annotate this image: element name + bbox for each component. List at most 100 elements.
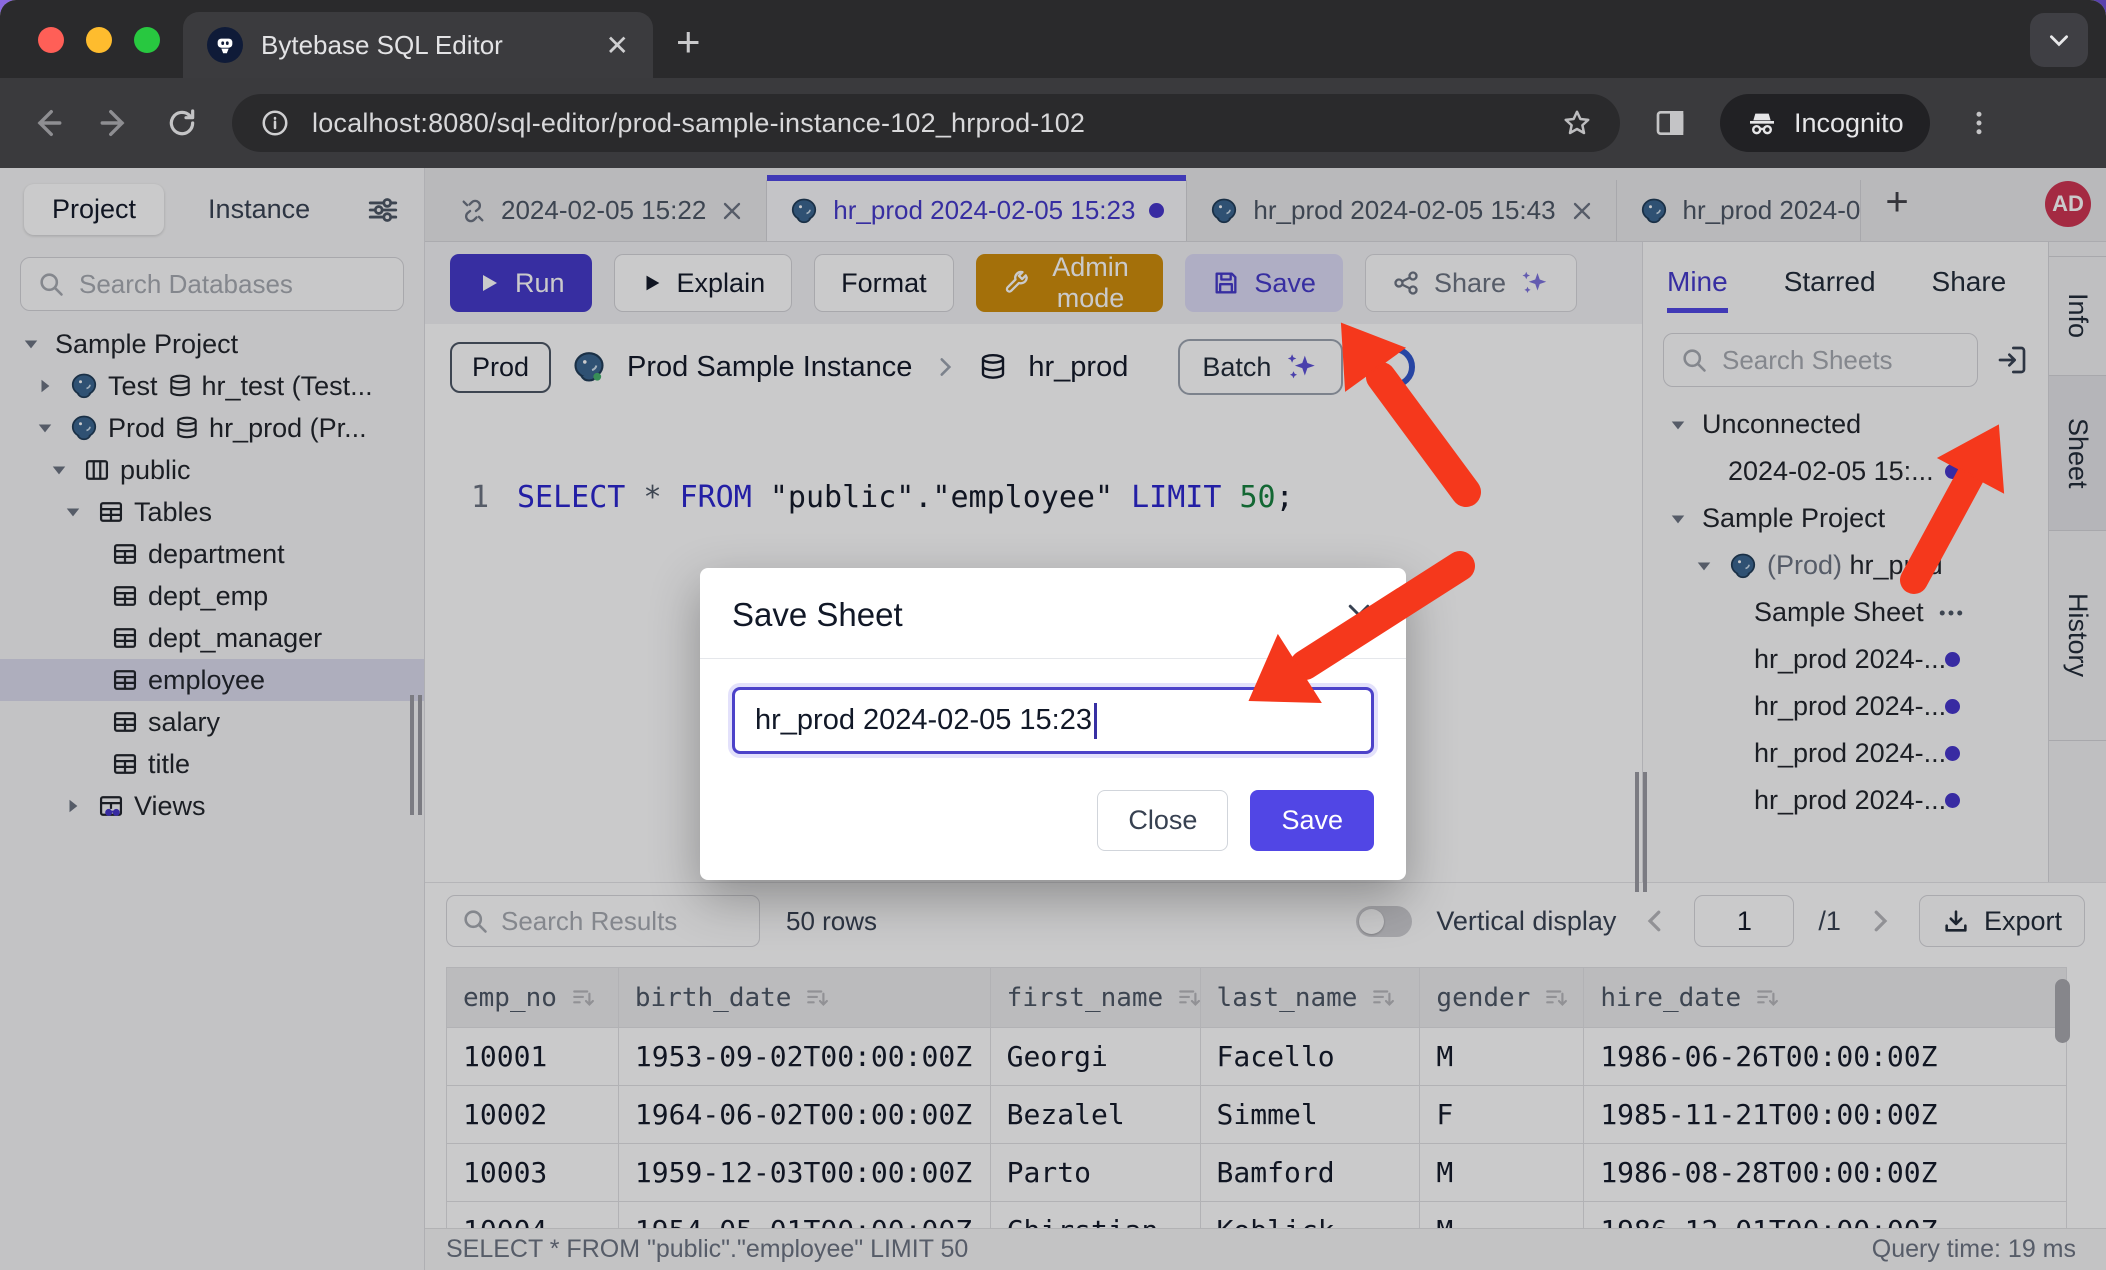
sort-icon[interactable]	[1371, 985, 1397, 1011]
save-button[interactable]: Save	[1185, 254, 1343, 312]
sheet-search-input[interactable]	[1722, 345, 1961, 376]
column-header[interactable]: birth_date	[619, 968, 991, 1028]
column-header[interactable]: hire_date	[1584, 968, 2067, 1028]
table-row[interactable]: 100031959-12-03T00:00:00ZPartoBamfordM19…	[447, 1144, 2067, 1202]
tab-starred[interactable]: Starred	[1784, 266, 1876, 313]
vertical-display-toggle[interactable]	[1356, 906, 1412, 937]
results-search[interactable]	[446, 895, 760, 947]
close-tab-icon[interactable]: ✕	[606, 29, 629, 62]
dialog-save-button[interactable]: Save	[1250, 790, 1374, 851]
db-tree-item[interactable]: title	[0, 743, 424, 785]
back-icon[interactable]	[30, 106, 64, 140]
instance-name[interactable]: Prod Sample Instance	[627, 351, 912, 384]
results-search-input[interactable]	[501, 906, 745, 937]
db-tree-item[interactable]: Sample Project	[0, 323, 424, 365]
db-tree-item[interactable]: Views	[0, 785, 424, 827]
caret-down-icon[interactable]	[1689, 556, 1719, 576]
column-header[interactable]: emp_no	[447, 968, 619, 1028]
close-tab-icon[interactable]	[720, 199, 744, 223]
next-page-icon[interactable]	[1865, 906, 1895, 936]
sort-icon[interactable]	[1544, 985, 1570, 1011]
import-sheet-icon[interactable]	[1996, 344, 2028, 376]
tab-share[interactable]: Share	[1932, 266, 2007, 313]
panel-tab-history[interactable]: History	[2049, 531, 2106, 741]
table-row[interactable]: 100011953-09-02T00:00:00ZGeorgiFacelloM1…	[447, 1028, 2067, 1086]
page-number-input[interactable]	[1694, 895, 1794, 947]
filter-settings-icon[interactable]	[366, 193, 400, 227]
panel-tab-sheet[interactable]: Sheet	[2049, 376, 2106, 531]
export-button[interactable]: Export	[1919, 895, 2085, 947]
sort-icon[interactable]	[1177, 985, 1200, 1011]
new-sheet-icon[interactable]: +	[1885, 180, 1908, 225]
db-tree-item[interactable]: Tables	[0, 491, 424, 533]
panel-tab-info[interactable]: Info	[2049, 256, 2106, 376]
site-info-icon[interactable]	[260, 108, 290, 138]
sheet-search[interactable]	[1663, 333, 1978, 387]
more-options-icon[interactable]	[1936, 598, 1966, 628]
share-button[interactable]: Share	[1365, 254, 1577, 312]
database-name[interactable]: hr_prod	[1028, 351, 1128, 384]
close-window-button[interactable]	[38, 27, 64, 53]
results-scrollbar[interactable]	[2055, 979, 2070, 1043]
close-button[interactable]: Close	[1097, 790, 1228, 851]
admin-mode-button[interactable]: Admin mode	[976, 254, 1164, 312]
db-tree-item[interactable]: Testhr_test (Test...	[0, 365, 424, 407]
run-button[interactable]: Run	[450, 254, 592, 312]
sheet-tab[interactable]: hr_prod 2024-0	[1617, 180, 1862, 241]
sort-icon[interactable]	[1755, 985, 1781, 1011]
batch-button[interactable]: Batch	[1178, 339, 1343, 395]
minimize-window-button[interactable]	[86, 27, 112, 53]
caret-down-icon[interactable]	[1663, 415, 1693, 435]
browser-tab[interactable]: Bytebase SQL Editor ✕	[183, 12, 653, 78]
tab-mine[interactable]: Mine	[1667, 266, 1728, 313]
column-header[interactable]: first_name	[991, 968, 1201, 1028]
format-button[interactable]: Format	[814, 254, 954, 312]
sheet-tree-item[interactable]: hr_prod 2024-...	[1643, 636, 2048, 683]
database-search-input[interactable]	[79, 269, 387, 300]
close-icon[interactable]	[1344, 600, 1374, 630]
user-avatar[interactable]: AD	[2045, 181, 2091, 227]
sheet-tab[interactable]: 2024-02-05 15:22	[437, 180, 767, 241]
db-tree-item[interactable]: salary	[0, 701, 424, 743]
address-bar[interactable]: localhost:8080/sql-editor/prod-sample-in…	[232, 94, 1620, 152]
sheet-tree-item[interactable]: (Prod) hr_prod	[1643, 542, 2048, 589]
new-tab-icon[interactable]: +	[676, 18, 701, 66]
sort-icon[interactable]	[571, 985, 597, 1011]
db-tree-item[interactable]: employee	[0, 659, 424, 701]
sheet-tree-item[interactable]: 2024-02-05 15:...	[1643, 448, 2048, 495]
tab-instance[interactable]: Instance	[208, 194, 310, 225]
caret-down-icon[interactable]	[16, 334, 46, 354]
table-row[interactable]: 100021964-06-02T00:00:00ZBezalelSimmelF1…	[447, 1086, 2067, 1144]
sheet-tab[interactable]: hr_prod 2024-02-05 15:23	[767, 180, 1187, 241]
close-tab-icon[interactable]	[1570, 199, 1594, 223]
sheet-name-input[interactable]: hr_prod 2024-02-05 15:23	[732, 687, 1374, 754]
sidebar-resize-handle[interactable]	[410, 695, 422, 815]
forward-icon[interactable]	[98, 106, 132, 140]
db-tree-item[interactable]: public	[0, 449, 424, 491]
reload-icon[interactable]	[166, 107, 198, 139]
sheet-panel-resize-handle[interactable]	[1635, 772, 1647, 892]
sheet-tree-item[interactable]: hr_prod 2024-...	[1643, 777, 2048, 824]
sheet-tab[interactable]: hr_prod 2024-02-05 15:43	[1187, 180, 1616, 241]
db-tree-item[interactable]: Prodhr_prod (Pr...	[0, 407, 424, 449]
bookmark-star-icon[interactable]	[1562, 108, 1592, 138]
caret-right-icon[interactable]	[30, 376, 60, 396]
sheet-tree-item[interactable]: hr_prod 2024-...	[1643, 730, 2048, 777]
sheet-tree-item[interactable]: Sample Project	[1643, 495, 2048, 542]
sheet-tree-item[interactable]: hr_prod 2024-...	[1643, 683, 2048, 730]
caret-down-icon[interactable]	[58, 502, 88, 522]
db-tree-item[interactable]: dept_manager	[0, 617, 424, 659]
db-tree-item[interactable]: department	[0, 533, 424, 575]
caret-down-icon[interactable]	[1663, 509, 1693, 529]
column-header[interactable]: gender	[1420, 968, 1584, 1028]
column-header[interactable]: last_name	[1201, 968, 1421, 1028]
db-tree-item[interactable]: dept_emp	[0, 575, 424, 617]
caret-down-icon[interactable]	[44, 460, 74, 480]
zoom-window-button[interactable]	[134, 27, 160, 53]
tab-search-button[interactable]	[2030, 13, 2088, 67]
caret-right-icon[interactable]	[58, 796, 88, 816]
sheet-tree-item[interactable]: Unconnected	[1643, 401, 2048, 448]
browser-menu-icon[interactable]	[1964, 108, 1994, 138]
side-panel-icon[interactable]	[1654, 107, 1686, 139]
prev-page-icon[interactable]	[1640, 906, 1670, 936]
